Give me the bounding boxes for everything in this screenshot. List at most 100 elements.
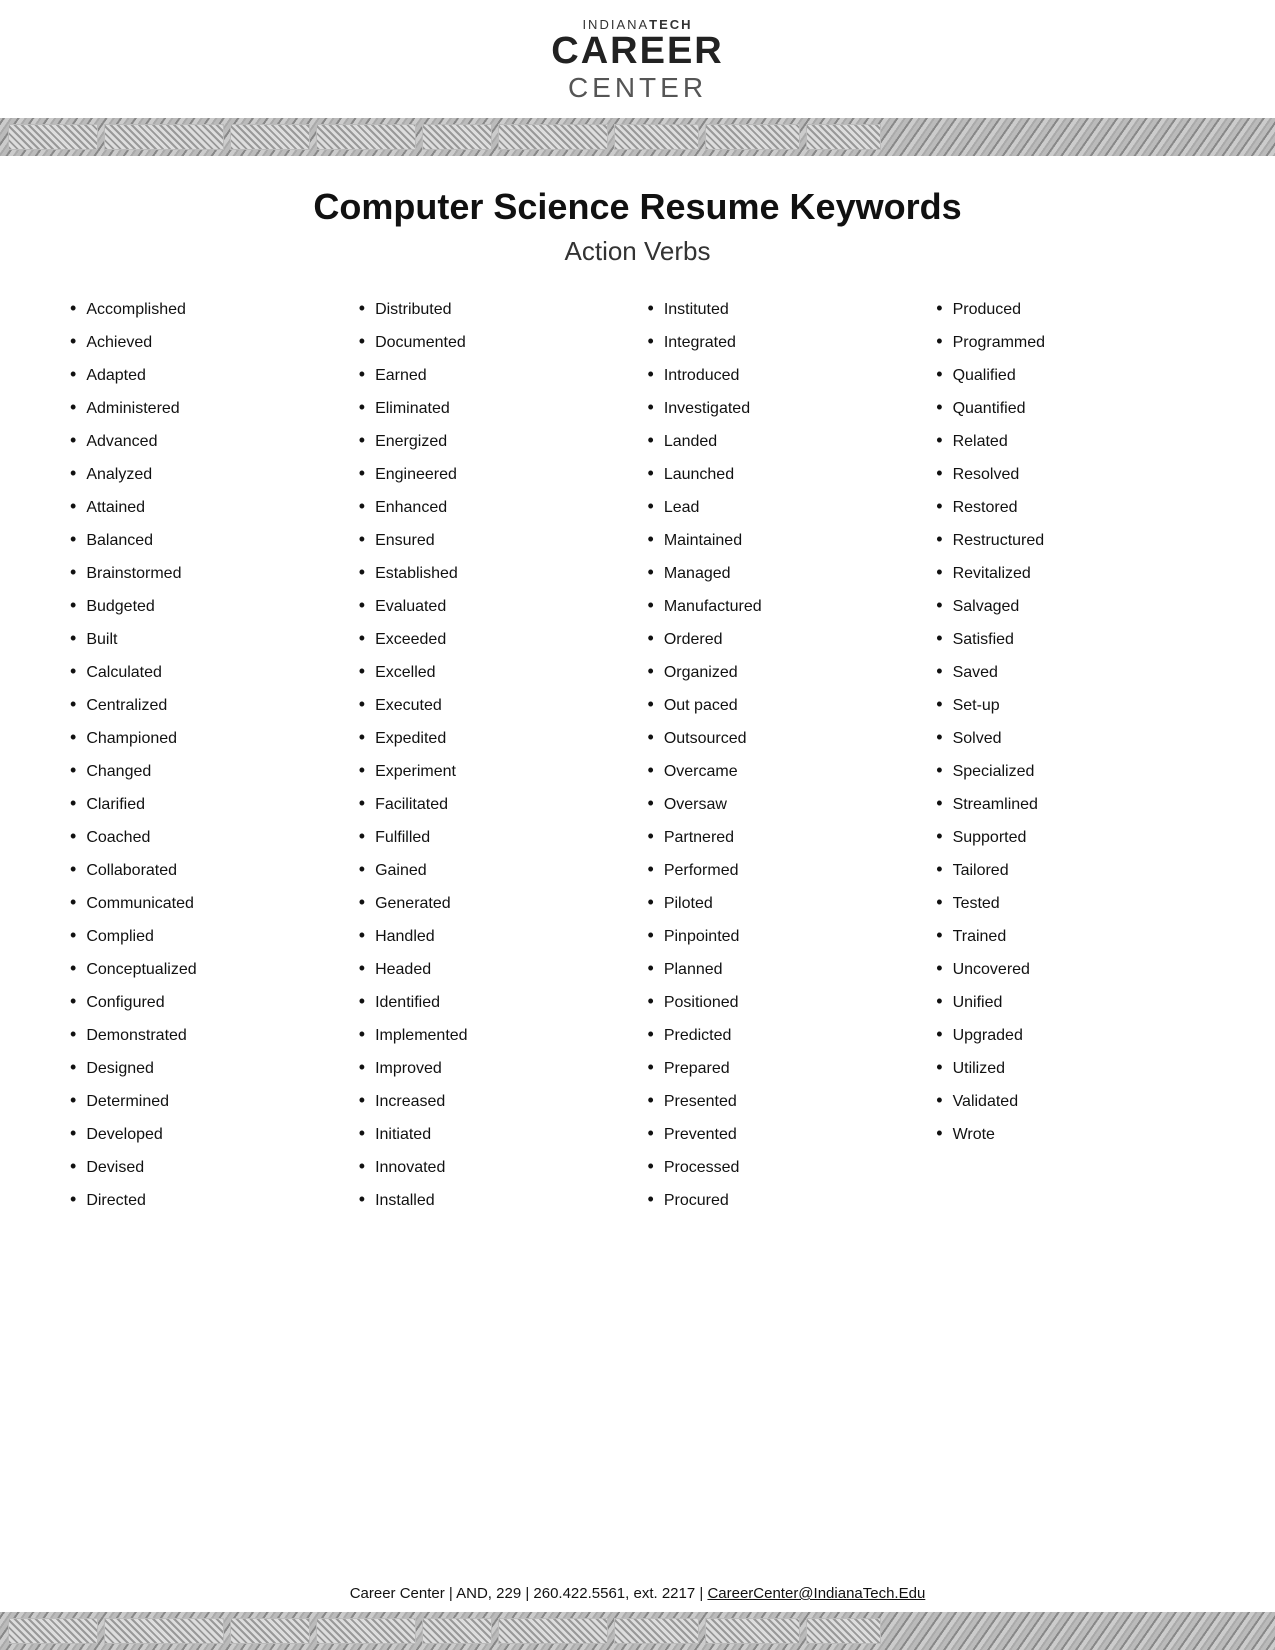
list-item: Devised — [70, 1153, 339, 1180]
banner-block — [422, 1618, 492, 1644]
list-item: Conceptualized — [70, 955, 339, 982]
keyword-column-4: ProducedProgrammedQualifiedQuantifiedRel… — [936, 295, 1205, 1153]
page-footer: Career Center | AND, 229 | 260.422.5561,… — [0, 1567, 1275, 1650]
list-item: Restored — [936, 493, 1205, 520]
list-item: Oversaw — [648, 790, 917, 817]
list-item: Designed — [70, 1054, 339, 1081]
list-item: Procured — [648, 1186, 917, 1213]
banner-block — [498, 124, 608, 150]
list-item: Collaborated — [70, 856, 339, 883]
list-item: Gained — [359, 856, 628, 883]
list-item: Utilized — [936, 1054, 1205, 1081]
logo: INDIANATECH CAREER CENTER — [551, 18, 723, 104]
list-item: Implemented — [359, 1021, 628, 1048]
list-item: Accomplished — [70, 295, 339, 322]
list-item: Attained — [70, 493, 339, 520]
list-item: Piloted — [648, 889, 917, 916]
list-item: Exceeded — [359, 625, 628, 652]
list-item: Qualified — [936, 361, 1205, 388]
list-item: Ensured — [359, 526, 628, 553]
list-item: Advanced — [70, 427, 339, 454]
list-item: Coached — [70, 823, 339, 850]
banner-block — [230, 124, 310, 150]
list-item: Predicted — [648, 1021, 917, 1048]
list-item: Configured — [70, 988, 339, 1015]
main-content: Computer Science Resume Keywords Action … — [0, 156, 1275, 1567]
list-item: Planned — [648, 955, 917, 982]
banner-block — [498, 1618, 608, 1644]
footer-text: Career Center | AND, 229 | 260.422.5561,… — [350, 1567, 926, 1612]
list-item: Performed — [648, 856, 917, 883]
banner-block — [614, 124, 699, 150]
banner-block — [422, 124, 492, 150]
list-item: Calculated — [70, 658, 339, 685]
list-item: Integrated — [648, 328, 917, 355]
list-item: Balanced — [70, 526, 339, 553]
list-item: Trained — [936, 922, 1205, 949]
keyword-column-2: DistributedDocumentedEarnedEliminatedEne… — [359, 295, 628, 1219]
list-item: Revitalized — [936, 559, 1205, 586]
list-item: Supported — [936, 823, 1205, 850]
list-item: Engineered — [359, 460, 628, 487]
list-item: Achieved — [70, 328, 339, 355]
list-item: Initiated — [359, 1120, 628, 1147]
list-item: Instituted — [648, 295, 917, 322]
list-item: Experiment — [359, 757, 628, 784]
list-item: Upgraded — [936, 1021, 1205, 1048]
list-item: Streamlined — [936, 790, 1205, 817]
banner-block — [614, 1618, 699, 1644]
list-item: Prepared — [648, 1054, 917, 1081]
page-title: Computer Science Resume Keywords — [70, 186, 1205, 228]
list-item: Evaluated — [359, 592, 628, 619]
list-item: Complied — [70, 922, 339, 949]
list-item: Manufactured — [648, 592, 917, 619]
list-item: Pinpointed — [648, 922, 917, 949]
list-item: Championed — [70, 724, 339, 751]
list-item: Energized — [359, 427, 628, 454]
list-item: Introduced — [648, 361, 917, 388]
page-header: INDIANATECH CAREER CENTER — [0, 0, 1275, 156]
list-item: Launched — [648, 460, 917, 487]
list-item: Prevented — [648, 1120, 917, 1147]
list-item: Administered — [70, 394, 339, 421]
list-item: Changed — [70, 757, 339, 784]
list-item: Fulfilled — [359, 823, 628, 850]
banner-block — [806, 1618, 881, 1644]
list-item: Generated — [359, 889, 628, 916]
list-item: Overcame — [648, 757, 917, 784]
banner-block — [316, 1618, 416, 1644]
list-item: Set-up — [936, 691, 1205, 718]
section-title: Action Verbs — [70, 236, 1205, 267]
list-item: Salvaged — [936, 592, 1205, 619]
list-item: Developed — [70, 1120, 339, 1147]
list-item: Built — [70, 625, 339, 652]
top-banner — [0, 118, 1275, 156]
list-item: Eliminated — [359, 394, 628, 421]
banner-block — [104, 124, 224, 150]
list-item: Adapted — [70, 361, 339, 388]
list-item: Resolved — [936, 460, 1205, 487]
list-item: Lead — [648, 493, 917, 520]
list-item: Identified — [359, 988, 628, 1015]
list-item: Analyzed — [70, 460, 339, 487]
list-item: Validated — [936, 1087, 1205, 1114]
list-item: Distributed — [359, 295, 628, 322]
list-item: Tested — [936, 889, 1205, 916]
list-item: Produced — [936, 295, 1205, 322]
list-item: Excelled — [359, 658, 628, 685]
list-item: Landed — [648, 427, 917, 454]
list-item: Wrote — [936, 1120, 1205, 1147]
banner-block — [104, 1618, 224, 1644]
list-item: Positioned — [648, 988, 917, 1015]
list-item: Established — [359, 559, 628, 586]
list-item: Saved — [936, 658, 1205, 685]
list-item: Managed — [648, 559, 917, 586]
list-item: Directed — [70, 1186, 339, 1213]
list-item: Partnered — [648, 823, 917, 850]
list-item: Maintained — [648, 526, 917, 553]
list-item: Expedited — [359, 724, 628, 751]
list-item: Out paced — [648, 691, 917, 718]
banner-block — [705, 124, 800, 150]
keyword-column-3: InstitutedIntegratedIntroducedInvestigat… — [648, 295, 917, 1219]
list-item: Improved — [359, 1054, 628, 1081]
